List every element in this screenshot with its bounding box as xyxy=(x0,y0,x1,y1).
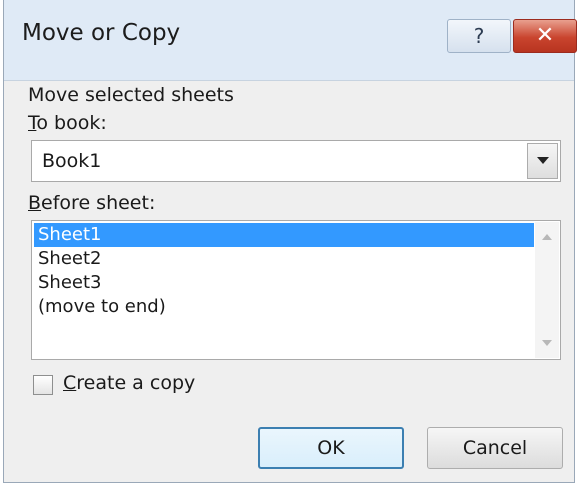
create-copy-label-rest: reate a copy xyxy=(76,372,196,394)
to-book-dropdown[interactable]: Book1 xyxy=(31,140,561,182)
dialog-title: Move or Copy xyxy=(22,20,181,46)
list-item[interactable]: Sheet2 xyxy=(34,247,534,271)
move-or-copy-dialog: Move or Copy ? ✕ Move selected sheets To… xyxy=(3,0,577,483)
cancel-button[interactable]: Cancel xyxy=(427,427,563,469)
help-icon: ? xyxy=(473,24,485,48)
to-book-label-rest: o book: xyxy=(36,112,107,134)
scroll-down-icon[interactable] xyxy=(542,340,552,346)
ok-button[interactable]: OK xyxy=(258,427,404,469)
before-sheet-list[interactable]: Sheet1 Sheet2 Sheet3 (move to end) xyxy=(31,220,561,360)
close-icon: ✕ xyxy=(535,23,555,48)
move-selected-sheets-label: Move selected sheets xyxy=(28,84,234,106)
before-sheet-label-rest: efore sheet: xyxy=(41,192,156,214)
list-item[interactable]: (move to end) xyxy=(34,295,534,319)
list-scrollbar[interactable] xyxy=(535,222,559,358)
to-book-label: To book: xyxy=(28,112,107,134)
to-book-value: Book1 xyxy=(42,150,102,172)
title-bar[interactable]: Move or Copy ? ✕ xyxy=(4,0,577,81)
list-item[interactable]: Sheet1 xyxy=(34,223,534,247)
help-button[interactable]: ? xyxy=(447,19,511,53)
create-copy-label-mnemonic: C xyxy=(63,372,77,394)
close-button[interactable]: ✕ xyxy=(513,19,577,53)
before-sheet-label: Before sheet: xyxy=(28,192,155,214)
scroll-up-icon[interactable] xyxy=(542,234,552,240)
before-sheet-label-mnemonic: B xyxy=(28,192,42,214)
chevron-down-icon xyxy=(537,157,549,164)
create-copy-checkbox[interactable] xyxy=(33,375,53,395)
list-item[interactable]: Sheet3 xyxy=(34,271,534,295)
create-copy-label[interactable]: Create a copy xyxy=(63,372,195,394)
dropdown-arrow-button[interactable] xyxy=(527,143,558,179)
